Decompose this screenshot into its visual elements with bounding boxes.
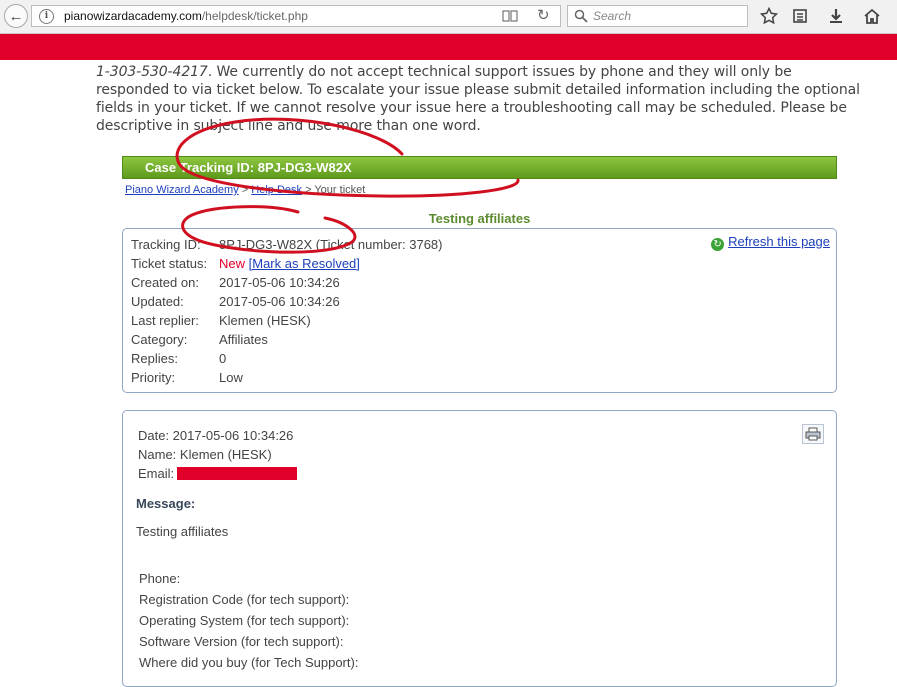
address-bar[interactable]: i pianowizardacademy.com/helpdesk/ticket… [31, 5, 561, 27]
tracking-label: Tracking ID: [131, 237, 201, 252]
replier-row: Last replier: Klemen (HESK) [131, 311, 311, 330]
url-text: pianowizardacademy.com/helpdesk/ticket.p… [64, 9, 308, 23]
reload-icon[interactable]: ↻ [537, 8, 550, 24]
url-host: pianowizardacademy.com [64, 9, 202, 23]
message-date: Date: 2017-05-06 10:34:26 [138, 428, 294, 443]
category-row: Category: Affiliates [131, 330, 268, 349]
email-label: Email: [138, 466, 175, 481]
search-icon [574, 9, 588, 23]
breadcrumb-home-link[interactable]: Piano Wizard Academy [125, 184, 239, 196]
browser-toolbar: ← i pianowizardacademy.com/helpdesk/tick… [0, 0, 897, 34]
updated-value: 2017-05-06 10:34:26 [219, 294, 340, 309]
case-tracking-bar: Case Tracking ID: 8PJ-DG3-W82X [122, 156, 837, 179]
replier-label: Last replier: [131, 313, 199, 328]
search-placeholder: Search [593, 9, 632, 23]
priority-row: Priority: Low [131, 368, 243, 387]
replies-value: 0 [219, 351, 227, 366]
priority-value: Low [219, 370, 243, 385]
url-path: /helpdesk/ticket.php [201, 9, 308, 23]
custom-field-software: Software Version (for tech support): [139, 634, 344, 649]
refresh-icon[interactable]: ↻ [711, 238, 725, 251]
reading-list-icon[interactable] [790, 6, 810, 26]
info-icon[interactable]: i [39, 9, 54, 24]
support-phone: 1-303-530-4217 [96, 64, 208, 80]
intro-text: 1-303-530-4217. We currently do not acce… [96, 63, 866, 135]
download-icon[interactable] [826, 6, 846, 26]
breadcrumb-separator: > [238, 184, 252, 196]
tracking-row: Tracking ID: 8PJ-DG3-W82X (Ticket number:… [131, 235, 442, 254]
mark-resolved-link[interactable]: [Mark as Resolved] [249, 256, 360, 271]
message-box: Date: 2017-05-06 10:34:26 Name: Klemen (… [122, 410, 837, 687]
breadcrumb-separator: > [302, 184, 315, 196]
created-label: Created on: [131, 275, 199, 290]
replies-row: Replies: 0 [131, 349, 226, 368]
ticket-subject: Testing affiliates [428, 211, 531, 226]
category-value: Affiliates [219, 332, 268, 347]
category-label: Category: [131, 332, 188, 347]
refresh-link[interactable]: ↻ Refresh this page [711, 234, 830, 251]
message-name: Name: Klemen (HESK) [138, 447, 272, 462]
custom-field-phone: Phone: [139, 571, 181, 586]
breadcrumb-helpdesk-link[interactable]: Help Desk [251, 184, 302, 196]
updated-label: Updated: [131, 294, 184, 309]
message-email: Email: [138, 466, 298, 481]
breadcrumb: Piano Wizard Academy > Help Desk > Your … [125, 184, 365, 196]
created-row: Created on: 2017-05-06 10:34:26 [131, 273, 340, 292]
replies-label: Replies: [131, 351, 178, 366]
custom-field-os: Operating System (for tech support): [139, 613, 350, 628]
reader-view-icon[interactable] [502, 10, 518, 22]
status-label: Ticket status: [131, 256, 208, 271]
priority-label: Priority: [131, 370, 176, 385]
ticket-info-box: ↻ Refresh this page Tracking ID: 8PJ-DG3-W… [122, 228, 837, 393]
custom-field-purchase: Where did you buy (for Tech Support): [139, 655, 359, 670]
bookmark-star-icon[interactable] [759, 6, 779, 26]
message-body: Testing affiliates [136, 524, 229, 539]
breadcrumb-current: Your ticket [314, 184, 366, 196]
home-icon[interactable] [862, 6, 882, 26]
refresh-label[interactable]: Refresh this page [728, 234, 830, 249]
replier-value: Klemen (HESK) [219, 313, 311, 328]
created-value: 2017-05-06 10:34:26 [219, 275, 340, 290]
redacted-header [0, 34, 897, 60]
back-arrow-icon[interactable]: ← [4, 4, 28, 28]
tracking-value: 8PJ-DG3-W82X (Ticket number: 3768) [219, 237, 443, 252]
redacted-email [177, 467, 298, 480]
message-heading: Message: [136, 496, 196, 511]
print-icon[interactable] [802, 424, 824, 444]
search-input[interactable]: Search [567, 5, 748, 27]
custom-field-registration: Registration Code (for tech support): [139, 592, 350, 607]
updated-row: Updated: 2017-05-06 10:34:26 [131, 292, 340, 311]
intro-body: . We currently do not accept technical s… [96, 64, 860, 134]
status-badge: New [219, 256, 246, 271]
status-row: Ticket status: New [Mark as Resolved] [131, 254, 360, 273]
